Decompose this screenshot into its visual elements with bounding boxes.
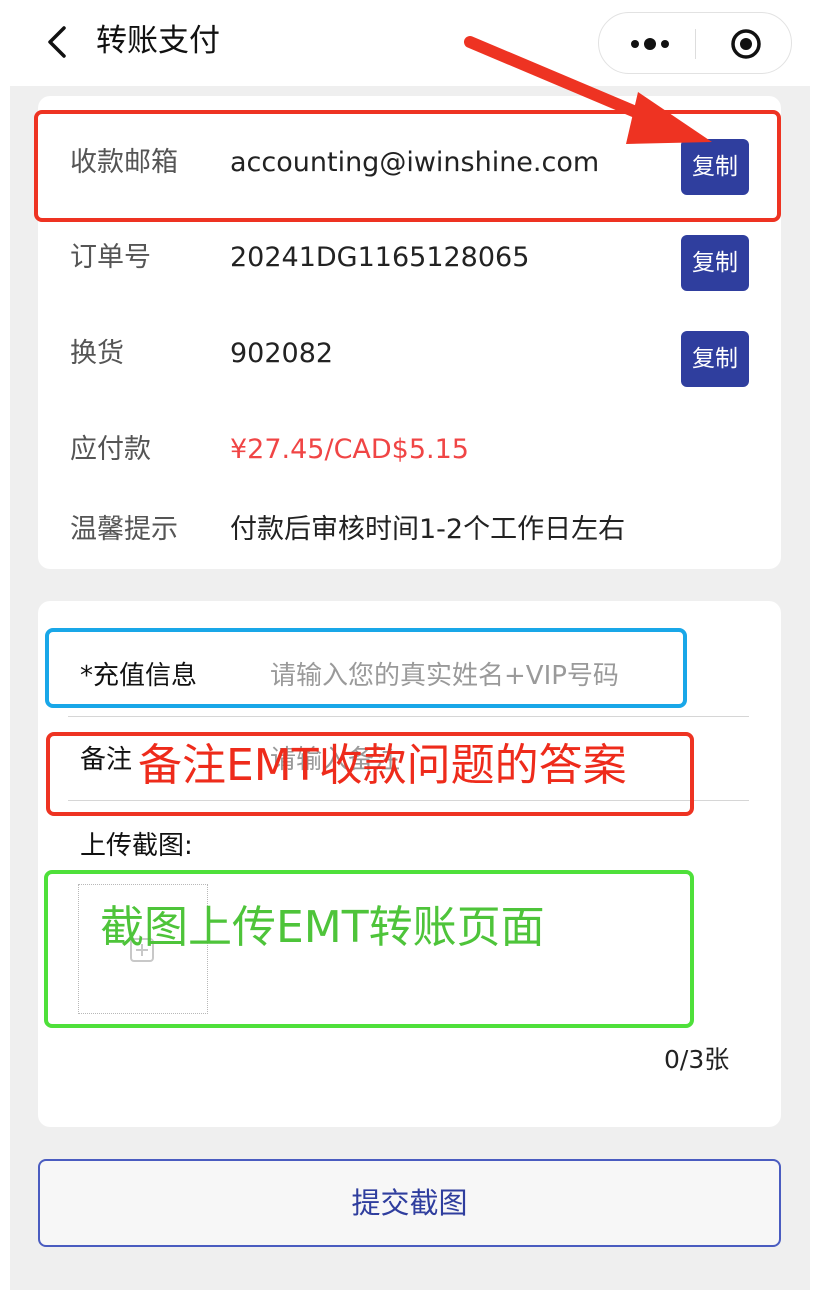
exchange-value: 902082 [230, 338, 334, 369]
submit-screenshot-button[interactable]: 提交截图 [38, 1159, 781, 1247]
upload-highlight-box [44, 870, 694, 1028]
amount-due-label: 应付款 [70, 434, 151, 465]
divider [68, 716, 749, 717]
order-no-label: 订单号 [70, 242, 151, 273]
copy-order-button[interactable]: 复制 [681, 235, 749, 291]
note-highlight-box [46, 732, 694, 816]
annotation-arrow-icon [464, 36, 712, 144]
upload-label: 上传截图: [80, 831, 193, 861]
target-icon[interactable] [729, 27, 763, 61]
copy-exchange-button[interactable]: 复制 [681, 331, 749, 387]
upload-count: 0/3张 [664, 1045, 730, 1074]
amount-due-value: ¥27.45/CAD$5.15 [230, 434, 469, 465]
tip-value: 付款后审核时间1-2个工作日左右 [230, 514, 626, 545]
order-no-value: 20241DG1165128065 [230, 242, 530, 273]
tip-label: 温馨提示 [70, 514, 178, 545]
exchange-label: 换货 [70, 338, 124, 369]
page-title: 转账支付 [96, 23, 220, 59]
recharge-highlight-box [45, 628, 687, 708]
chevron-left-icon[interactable] [38, 22, 78, 62]
